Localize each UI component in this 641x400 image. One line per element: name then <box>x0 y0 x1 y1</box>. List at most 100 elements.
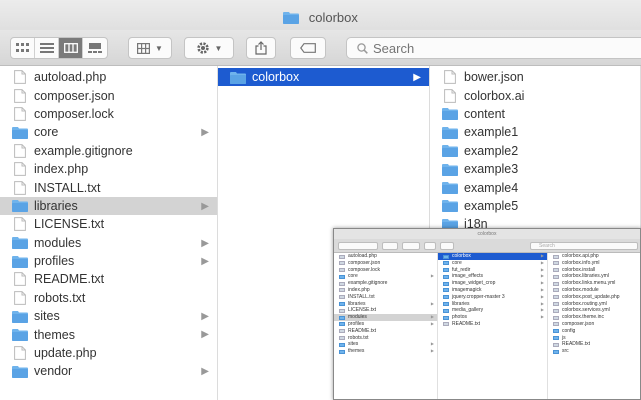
list-item[interactable]: sites ▶ <box>0 307 217 325</box>
inset-list-item[interactable]: colorbox.services.yml <box>548 307 640 314</box>
list-item[interactable]: example1 <box>430 123 640 141</box>
inset-view-mode-control[interactable] <box>338 242 378 250</box>
inset-share-button[interactable] <box>424 242 436 250</box>
list-item[interactable]: profiles ▶ <box>0 252 217 270</box>
share-button[interactable] <box>246 37 276 59</box>
list-item[interactable]: composer.lock <box>0 105 217 123</box>
list-item[interactable]: autoload.php <box>0 68 217 86</box>
inset-list-item[interactable]: composer.json <box>548 321 640 328</box>
document-icon <box>553 322 559 327</box>
inset-list-item[interactable]: js <box>548 335 640 342</box>
inset-list-item[interactable]: fut_redir ▶ <box>438 267 547 274</box>
column-view-button[interactable] <box>59 38 83 58</box>
inset-list-item[interactable]: profiles ▶ <box>334 321 437 328</box>
inset-list-item[interactable]: composer.lock <box>334 267 437 274</box>
search-field[interactable] <box>346 37 641 59</box>
inset-list-item[interactable]: colorbox.theme.inc <box>548 314 640 321</box>
folder-icon <box>339 342 345 347</box>
inset-list-item-label: core <box>348 273 358 280</box>
edit-tags-button[interactable] <box>290 37 326 59</box>
list-item[interactable]: vendor ▶ <box>0 362 217 380</box>
list-item[interactable]: content <box>430 105 640 123</box>
list-item[interactable]: example.gitignore <box>0 142 217 160</box>
inset-list-item[interactable]: README.txt <box>334 328 437 335</box>
inset-list-item[interactable]: index.php <box>334 287 437 294</box>
list-item[interactable]: modules ▶ <box>0 234 217 252</box>
inset-list-item-label: media_gallery <box>452 307 484 314</box>
action-button[interactable]: ▼ <box>184 37 234 59</box>
inset-search-field[interactable]: Search <box>530 242 638 250</box>
chevron-right-icon: ▶ <box>540 293 544 299</box>
folder-icon <box>339 349 345 354</box>
document-icon <box>553 268 559 273</box>
inset-tag-button[interactable] <box>440 242 454 250</box>
gallery-view-button[interactable] <box>83 38 107 58</box>
inset-list-item[interactable]: example.gitignore <box>334 280 437 287</box>
inset-list-item[interactable]: imagemagick ▶ <box>438 287 547 294</box>
inset-list-item[interactable]: core ▶ <box>438 260 547 267</box>
search-input[interactable] <box>373 40 613 56</box>
column-1[interactable]: autoload.php composer.json composer.lock co… <box>0 66 218 400</box>
inset-list-item[interactable]: colorbox.api.php <box>548 253 640 260</box>
chevron-right-icon: ▶ <box>201 329 209 341</box>
inset-list-item[interactable]: libraries ▶ <box>334 301 437 308</box>
inset-list-item[interactable]: colorbox.routing.yml <box>548 301 640 308</box>
inset-list-item[interactable]: colorbox.links.menu.yml <box>548 280 640 287</box>
inset-list-item[interactable]: autoload.php <box>334 253 437 260</box>
inset-list-item[interactable]: photos ▶ <box>438 314 547 321</box>
inset-list-item[interactable]: libraries ▶ <box>438 301 547 308</box>
inset-list-item[interactable]: colorbox ▶ <box>438 253 547 260</box>
inset-list-item[interactable]: image_widget_crop ▶ <box>438 280 547 287</box>
list-view-button[interactable] <box>35 38 59 58</box>
inset-list-item[interactable]: README.txt <box>548 341 640 348</box>
inset-list-item[interactable]: robots.txt <box>334 335 437 342</box>
list-item[interactable]: index.php <box>0 160 217 178</box>
list-item[interactable]: composer.json <box>0 86 217 104</box>
inset-list-item[interactable]: colorbox.module <box>548 287 640 294</box>
inset-list-item[interactable]: colorbox.post_update.php <box>548 294 640 301</box>
inset-list-item[interactable]: modules ▶ <box>334 314 437 321</box>
list-item[interactable]: example3 <box>430 160 640 178</box>
list-item[interactable]: bower.json <box>430 68 640 86</box>
list-item[interactable]: robots.txt <box>0 289 217 307</box>
inset-list-item[interactable]: config <box>548 328 640 335</box>
inset-column-3[interactable]: colorbox.api.php colorbox.info.yml colorbo… <box>548 253 640 399</box>
inset-list-item[interactable]: LICENSE.txt <box>334 307 437 314</box>
inset-list-item[interactable]: README.txt <box>438 321 547 328</box>
inset-list-item[interactable]: colorbox.libraries.yml <box>548 273 640 280</box>
list-item[interactable]: example2 <box>430 142 640 160</box>
arrange-button[interactable]: ▼ <box>128 37 172 59</box>
list-item-label: themes <box>34 327 75 342</box>
chevron-right-icon: ▶ <box>540 286 544 292</box>
list-item[interactable]: example4 <box>430 178 640 196</box>
list-item[interactable]: README.txt <box>0 270 217 288</box>
inset-list-item[interactable]: jquery.cropper-master 3 ▶ <box>438 294 547 301</box>
inset-list-item[interactable]: sites ▶ <box>334 341 437 348</box>
list-item[interactable]: colorbox.ai <box>430 86 640 104</box>
chevron-right-icon: ▶ <box>430 320 434 326</box>
list-item[interactable]: libraries ▶ <box>0 196 217 216</box>
inset-list-item[interactable]: INSTALL.txt <box>334 294 437 301</box>
list-item[interactable]: example5 <box>430 197 640 215</box>
inset-list-item[interactable]: image_effects ▶ <box>438 273 547 280</box>
inset-list-item[interactable]: composer.json <box>334 260 437 267</box>
inset-action-button[interactable] <box>402 242 420 250</box>
inset-list-item[interactable]: src <box>548 348 640 355</box>
inset-list-item[interactable]: core ▶ <box>334 273 437 280</box>
inset-list-item[interactable]: media_gallery ▶ <box>438 307 547 314</box>
icon-view-button[interactable] <box>11 38 35 58</box>
list-item[interactable]: INSTALL.txt <box>0 178 217 196</box>
list-item[interactable]: colorbox ▶ <box>218 68 429 87</box>
inset-arrange-button[interactable] <box>382 242 398 250</box>
inset-list-item[interactable]: colorbox.install <box>548 267 640 274</box>
inset-column-2[interactable]: colorbox ▶ core ▶ fut_redir ▶ image_effects ▶ im… <box>438 253 548 399</box>
inset-list-item[interactable]: colorbox.info.yml <box>548 260 640 267</box>
document-icon <box>12 217 28 232</box>
list-item[interactable]: update.php <box>0 344 217 362</box>
list-item[interactable]: themes ▶ <box>0 325 217 343</box>
inset-list-item[interactable]: themes ▶ <box>334 348 437 355</box>
folder-icon <box>12 236 28 250</box>
inset-column-1[interactable]: autoload.php composer.json composer.lock co… <box>334 253 438 399</box>
list-item[interactable]: core ▶ <box>0 123 217 141</box>
list-item[interactable]: LICENSE.txt <box>0 215 217 233</box>
